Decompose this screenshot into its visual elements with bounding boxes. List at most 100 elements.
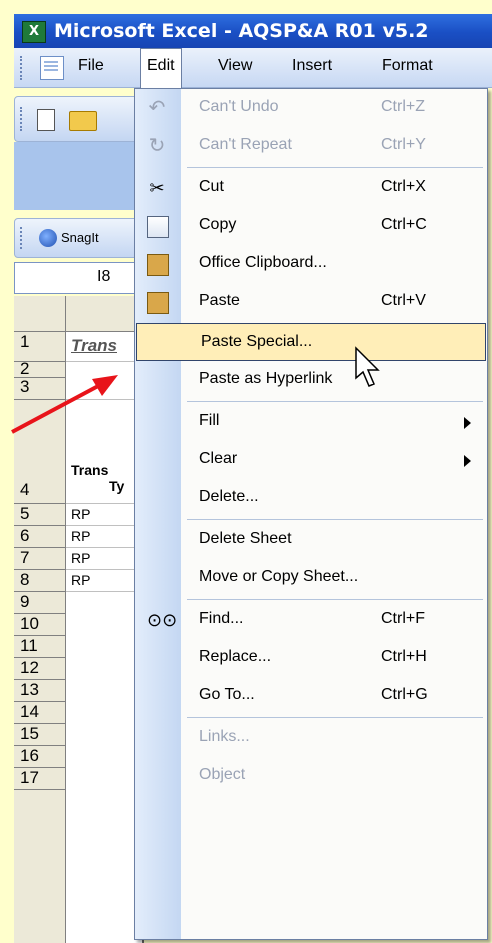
row-header[interactable]: 3 bbox=[14, 378, 66, 400]
menu-item-shortcut: Ctrl+V bbox=[381, 292, 426, 309]
toolbar-grip[interactable] bbox=[20, 227, 26, 249]
menu-separator bbox=[187, 167, 483, 168]
menu-item-paste-special[interactable]: Paste Special... bbox=[136, 323, 486, 361]
menu-item-label: Paste as Hyperlink bbox=[199, 370, 333, 387]
cell-header[interactable]: Trans Ty bbox=[66, 400, 144, 504]
row-header[interactable]: 9 bbox=[14, 592, 66, 614]
menu-item-office-clipboard[interactable]: Office Clipboard... bbox=[135, 245, 487, 283]
open-folder-icon[interactable] bbox=[69, 111, 97, 131]
name-box[interactable]: I8 bbox=[14, 262, 140, 294]
menu-edit[interactable]: Edit bbox=[140, 48, 182, 88]
workbook-icon[interactable] bbox=[40, 56, 64, 80]
menu-file[interactable]: File bbox=[78, 57, 104, 75]
row-header[interactable]: 17 bbox=[14, 768, 66, 790]
menu-view[interactable]: View bbox=[218, 57, 252, 75]
cell[interactable]: RP bbox=[66, 548, 144, 570]
row-header[interactable]: 6 bbox=[14, 526, 66, 548]
new-document-icon[interactable] bbox=[37, 109, 55, 131]
menu-item-links[interactable]: Links... bbox=[135, 719, 487, 757]
binoculars-icon: ⊙⊙ bbox=[147, 610, 178, 630]
menu-item-label: Links... bbox=[199, 728, 250, 745]
window-title: Microsoft Excel - AQSP&A R01 v5.2 bbox=[54, 20, 429, 42]
menu-item-label: Find... bbox=[199, 610, 244, 627]
menu-item-shortcut: Ctrl+F bbox=[381, 610, 425, 627]
row-header-overflow[interactable] bbox=[14, 790, 66, 943]
menu-item-label: Paste bbox=[199, 292, 240, 309]
cell-title[interactable]: Trans bbox=[66, 332, 144, 362]
row-header[interactable]: 7 bbox=[14, 548, 66, 570]
menu-item-undo[interactable]: ↶ Can't Undo Ctrl+Z bbox=[135, 89, 487, 127]
menu-item-label: Delete Sheet bbox=[199, 530, 292, 547]
undo-icon: ↶ bbox=[148, 97, 166, 119]
toolbar-grip[interactable] bbox=[20, 107, 26, 131]
submenu-arrow-icon bbox=[464, 455, 471, 467]
row-header[interactable]: 12 bbox=[14, 658, 66, 680]
menu-item-shortcut: Ctrl+X bbox=[381, 178, 426, 195]
menu-item-shortcut: Ctrl+Z bbox=[381, 98, 425, 115]
edit-menu-dropdown: ↶ Can't Undo Ctrl+Z ↻ Can't Repeat Ctrl+… bbox=[134, 88, 488, 940]
cell[interactable]: RP bbox=[66, 526, 144, 548]
menu-item-label: Cut bbox=[199, 178, 224, 195]
row-header[interactable]: 16 bbox=[14, 746, 66, 768]
row-header[interactable]: 4 bbox=[14, 400, 66, 504]
menu-separator bbox=[187, 519, 483, 520]
scissors-icon: ✂ bbox=[149, 178, 165, 198]
submenu-arrow-icon bbox=[464, 417, 471, 429]
row-header[interactable]: 11 bbox=[14, 636, 66, 658]
menu-item-move-copy-sheet[interactable]: Move or Copy Sheet... bbox=[135, 559, 487, 597]
repeat-icon: ↻ bbox=[148, 135, 166, 157]
menu-item-replace[interactable]: Replace... Ctrl+H bbox=[135, 639, 487, 677]
paste-icon bbox=[147, 292, 169, 314]
row-header[interactable]: 5 bbox=[14, 504, 66, 526]
cell[interactable]: RP bbox=[66, 504, 144, 526]
menu-item-label: Can't Undo bbox=[199, 98, 279, 115]
excel-icon[interactable]: X bbox=[22, 21, 46, 43]
menu-item-label: Object bbox=[199, 766, 246, 783]
row-header[interactable]: 2 bbox=[14, 360, 66, 378]
row-header[interactable]: 13 bbox=[14, 680, 66, 702]
menu-item-label: Office Clipboard... bbox=[199, 254, 327, 271]
menu-item-delete-sheet[interactable]: Delete Sheet bbox=[135, 521, 487, 559]
menu-item-object[interactable]: Object bbox=[135, 757, 487, 795]
menu-item-label: Go To... bbox=[199, 686, 255, 703]
menu-item-paste-hyperlink[interactable]: Paste as Hyperlink bbox=[135, 361, 487, 399]
row-header[interactable]: 15 bbox=[14, 724, 66, 746]
cell[interactable] bbox=[66, 362, 144, 400]
menu-item-goto[interactable]: Go To... Ctrl+G bbox=[135, 677, 487, 715]
column-header-a[interactable] bbox=[66, 296, 144, 332]
clipboard-icon bbox=[147, 254, 169, 276]
spreadsheet-grid[interactable]: 1 2 3 4 5 6 7 8 9 10 11 12 13 14 15 16 1… bbox=[14, 296, 144, 943]
menu-item-find[interactable]: ⊙⊙ Find... Ctrl+F bbox=[135, 601, 487, 639]
row-header[interactable]: 10 bbox=[14, 614, 66, 636]
header-text: Ty bbox=[109, 478, 125, 494]
menu-item-fill[interactable]: Fill bbox=[135, 403, 487, 441]
select-all-corner[interactable] bbox=[14, 296, 66, 332]
snagit-icon[interactable] bbox=[39, 229, 57, 247]
menu-item-cut[interactable]: ✂ Cut Ctrl+X bbox=[135, 169, 487, 207]
row-header[interactable]: 14 bbox=[14, 702, 66, 724]
menu-item-repeat[interactable]: ↻ Can't Repeat Ctrl+Y bbox=[135, 127, 487, 165]
name-box-value: I8 bbox=[97, 268, 111, 285]
menu-item-label: Clear bbox=[199, 450, 238, 467]
menu-item-delete[interactable]: Delete... bbox=[135, 479, 487, 517]
menu-item-label: Can't Repeat bbox=[199, 136, 292, 153]
menu-insert[interactable]: Insert bbox=[292, 57, 332, 75]
menu-format[interactable]: Format bbox=[382, 57, 433, 75]
row-header[interactable]: 8 bbox=[14, 570, 66, 592]
menu-item-shortcut: Ctrl+C bbox=[381, 216, 427, 233]
menu-item-label: Delete... bbox=[199, 488, 259, 505]
cell[interactable]: RP bbox=[66, 570, 144, 592]
row-header[interactable]: 1 bbox=[14, 332, 66, 362]
menu-item-label: Replace... bbox=[199, 648, 272, 665]
menu-bar: File Edit View Insert Format bbox=[14, 48, 492, 88]
snagit-toolbar: SnagIt bbox=[14, 218, 140, 258]
toolbar-grip[interactable] bbox=[20, 56, 26, 80]
menu-item-paste[interactable]: Paste Ctrl+V bbox=[135, 283, 487, 321]
menu-separator bbox=[187, 599, 483, 600]
menu-item-label: Fill bbox=[199, 412, 220, 429]
menu-item-label: Copy bbox=[199, 216, 237, 233]
snagit-button[interactable]: SnagIt bbox=[61, 230, 99, 245]
header-text: Trans bbox=[71, 462, 109, 478]
menu-item-clear[interactable]: Clear bbox=[135, 441, 487, 479]
menu-item-copy[interactable]: Copy Ctrl+C bbox=[135, 207, 487, 245]
